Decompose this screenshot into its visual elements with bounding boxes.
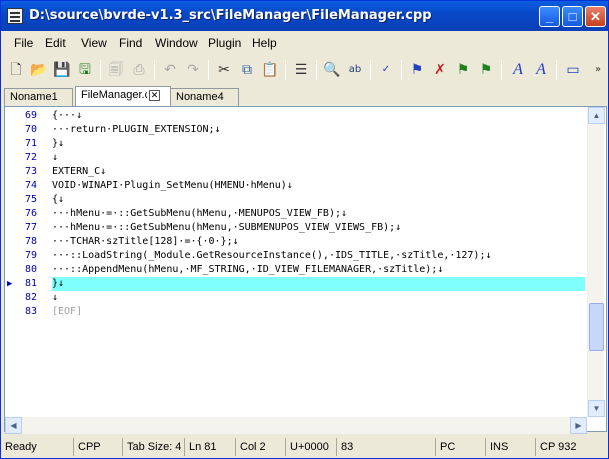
status-line: Ln 81 (184, 438, 217, 456)
font-smaller-icon[interactable]: A (530, 59, 552, 81)
toolbar-separator (401, 60, 402, 80)
toolbar-separator (316, 60, 317, 80)
print-preview-icon[interactable]: 🗐 (105, 59, 127, 81)
code-line: 83 [EOF] (24, 306, 83, 317)
menu-help[interactable]: Help (252, 36, 277, 50)
code-line: 78 ···TCHAR·szTitle[128]·=·{·0·};↓ (24, 236, 239, 247)
print-icon[interactable]: ⎙ (128, 59, 150, 81)
menu-bar: File Edit View Find Window Plugin Help (1, 32, 608, 54)
toolbar-separator (501, 60, 502, 80)
scroll-down-icon[interactable]: ▼ (588, 400, 605, 417)
tab-label: Noname4 (176, 91, 224, 103)
status-code: 83 (336, 438, 353, 456)
code-line: 76 ···hMenu·=·::GetSubMenu(hMenu,·MENUPOS… (24, 208, 348, 219)
indent-icon[interactable]: ☰ (290, 59, 312, 81)
menu-plugin[interactable]: Plugin (208, 36, 241, 50)
scroll-right-icon[interactable]: ▶ (570, 417, 587, 434)
undo-icon[interactable]: ↶ (159, 59, 181, 81)
horizontal-scrollbar[interactable]: ◀ ▶ (5, 417, 587, 434)
menu-view[interactable]: View (81, 36, 107, 50)
close-button[interactable]: ✕ (585, 6, 606, 27)
code-line: 72 ↓ (24, 152, 59, 163)
code-line: 82 ↓ (24, 292, 59, 303)
scroll-up-icon[interactable]: ▲ (588, 107, 605, 124)
scroll-thumb[interactable] (589, 303, 604, 351)
cut-icon[interactable]: ✂ (213, 59, 235, 81)
tab-noname1[interactable]: Noname1 (4, 88, 73, 106)
status-tab-size: Tab Size: 4 (122, 438, 181, 456)
minimize-button[interactable]: _ (539, 6, 560, 27)
find-icon[interactable]: 🔍 (321, 59, 343, 81)
current-line-marker-icon: ▶ (7, 279, 13, 289)
code-line: 74 VOID·WINAPI·Plugin_SetMenu(HMENU·hMenu… (24, 180, 293, 191)
status-eol: PC (435, 438, 455, 456)
spellcheck-icon[interactable]: ✓ (375, 59, 397, 81)
app-window: D:\source\bvrde-v1.3_src\FileManager\Fil… (0, 0, 609, 459)
vertical-scrollbar[interactable]: ▲ ▼ (587, 107, 605, 417)
bookmark-clear-icon[interactable]: ✗ (429, 59, 451, 81)
code-line: 77 ···hMenu·=·::GetSubMenu(hMenu,·SUBMENU… (24, 222, 402, 233)
code-line: 71}↓ (24, 138, 65, 149)
menu-find[interactable]: Find (119, 36, 142, 50)
menu-window[interactable]: Window (155, 36, 198, 50)
font-larger-icon[interactable]: A (507, 59, 529, 81)
open-folder-icon[interactable]: 📂 (28, 59, 50, 81)
maximize-button[interactable]: □ (562, 6, 583, 27)
code-line: 69 {···↓ (24, 110, 83, 121)
window-layout-icon[interactable]: ▭ (562, 59, 584, 81)
copy-icon[interactable]: ⧉ (236, 59, 258, 81)
toolbar-separator (556, 60, 557, 80)
replace-icon[interactable]: ab (344, 59, 366, 81)
status-column: Col 2 (235, 438, 266, 456)
toolbar-separator (208, 60, 209, 80)
menu-edit[interactable]: Edit (45, 36, 66, 50)
save-all-icon[interactable]: 🖫 (74, 59, 96, 81)
code-line: 73 EXTERN_C↓ (24, 166, 107, 177)
code-editor[interactable]: 69 {···↓ 70 ···return·PLUGIN_EXTENSION;↓ 7… (4, 106, 607, 434)
current-line: ▶ 81}↓ (5, 277, 587, 291)
menu-file[interactable]: File (14, 36, 33, 50)
status-state: Ready (5, 441, 37, 453)
new-file-icon[interactable]: 🗋 (5, 59, 27, 81)
toolbar-separator (370, 60, 371, 80)
redo-icon[interactable]: ↷ (182, 59, 204, 81)
status-codepage: CP 932 (535, 438, 577, 456)
bookmark-prev-icon[interactable]: ⚑ (475, 59, 497, 81)
toolbar-separator (285, 60, 286, 80)
tab-filemanager-cpp[interactable]: FileManager.cpp✕ (75, 86, 171, 106)
chevron-more-icon[interactable]: » (587, 59, 609, 81)
document-icon[interactable] (7, 8, 23, 24)
scroll-left-icon[interactable]: ◀ (5, 417, 22, 434)
tab-noname4[interactable]: Noname4 (170, 88, 239, 106)
bookmark-next-icon[interactable]: ⚑ (452, 59, 474, 81)
document-tabs: Noname1 FileManager.cpp✕ Noname4 (4, 86, 608, 106)
bookmark-toggle-icon[interactable]: ⚑ (406, 59, 428, 81)
code-line: 80 ···::AppendMenu(hMenu,·MF_STRING,·ID_V… (24, 264, 444, 275)
tab-label: Noname1 (10, 91, 58, 103)
toolbar: 🗋 📂 💾 🖫 🗐 ⎙ ↶ ↷ ✂ ⧉ 📋 ☰ 🔍 ab ✓ ⚑ ✗ ⚑ ⚑ A… (1, 56, 608, 84)
paste-icon[interactable]: 📋 (259, 59, 281, 81)
status-unicode: U+0000 (285, 438, 329, 456)
toolbar-separator (154, 60, 155, 80)
status-bar: Ready CPP Tab Size: 4 Ln 81 Col 2 U+0000… (1, 435, 608, 458)
tab-label: FileManager.cpp (81, 89, 147, 102)
toolbar-separator (100, 60, 101, 80)
status-language: CPP (73, 438, 101, 456)
window-title: D:\source\bvrde-v1.3_src\FileManager\Fil… (29, 8, 432, 23)
status-insert-mode: INS (485, 438, 508, 456)
save-icon[interactable]: 💾 (51, 59, 73, 81)
code-line: 79 ···::LoadString(_Module.GetResourceIns… (24, 250, 492, 261)
close-tab-icon[interactable]: ✕ (149, 89, 160, 101)
title-bar[interactable]: D:\source\bvrde-v1.3_src\FileManager\Fil… (1, 1, 608, 31)
code-line: 70 ···return·PLUGIN_EXTENSION;↓ (24, 124, 221, 135)
code-line: 75 {↓ (24, 194, 65, 205)
